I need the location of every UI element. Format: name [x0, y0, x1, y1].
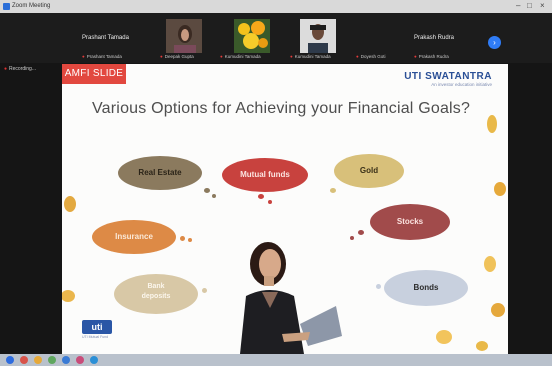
record-dot-icon: ●: [4, 66, 8, 72]
muted-mic-icon: ●: [160, 54, 163, 59]
muted-mic-icon: ●: [82, 54, 85, 59]
muted-mic-icon: ●: [414, 54, 417, 59]
next-participants-button[interactable]: ›: [488, 36, 501, 49]
close-icon[interactable]: ×: [540, 1, 545, 11]
participant-name: Prakash Rudra: [414, 35, 455, 41]
participant-video: [166, 19, 202, 55]
participant-label: ● Doyesh Goti: [356, 54, 386, 59]
browser-icon[interactable]: [20, 356, 28, 364]
flower-image-icon: [238, 21, 268, 49]
windows-taskbar: [0, 354, 552, 366]
woman-with-laptop-image: [240, 242, 342, 354]
participant-label: ● Kumudini Tamada: [290, 54, 331, 59]
muted-mic-icon: ●: [356, 54, 359, 59]
shared-slide: AMFI SLIDE UTI SWATANTRA An investor edu…: [62, 64, 508, 354]
window-titlebar: Zoom Meeting – □ ×: [0, 0, 552, 13]
option-cloud-bank-deposits: Bank deposits: [114, 274, 198, 314]
recording-indicator: ● Recording...: [4, 66, 36, 72]
participant-label: ● Deepak Gupta: [160, 54, 194, 59]
start-icon[interactable]: [6, 356, 14, 364]
participant-tile[interactable]: ● Kumudini Tamada: [220, 19, 280, 59]
participant-label: ● Prakash Rudra: [414, 54, 449, 59]
participant-tile[interactable]: Prashant Tamada ● Prashant Tamada: [82, 19, 152, 59]
participant-name: Prashant Tamada: [82, 35, 129, 41]
participant-video: [234, 19, 270, 53]
participant-label: ● Prashant Tamada: [82, 54, 122, 59]
app-icon[interactable]: [76, 356, 84, 364]
participant-video: [300, 19, 336, 53]
participant-label: ● Kumudini Tamada: [220, 54, 261, 59]
participant-tile[interactable]: ● Kumudini Tamada: [290, 19, 350, 59]
participants-strip: Prashant Tamada ● Prashant Tamada ● Deepak…: [0, 13, 552, 63]
option-cloud-real-estate: Real Estate: [118, 156, 202, 190]
participant-tile[interactable]: Prakash Rudra ● Prakash Rudra: [414, 19, 474, 59]
option-cloud-bonds: Bonds: [384, 270, 468, 306]
zoom-icon[interactable]: [90, 356, 98, 364]
app-icon[interactable]: [48, 356, 56, 364]
uti-logo: uti: [82, 320, 112, 334]
option-cloud-insurance: Insurance: [92, 220, 176, 254]
zoom-app-icon: [3, 3, 10, 10]
minimize-icon[interactable]: –: [516, 1, 520, 11]
option-cloud-stocks: Stocks: [370, 204, 450, 240]
person-silhouette-icon: [308, 24, 328, 53]
participant-tile[interactable]: ● Doyesh Goti: [356, 19, 406, 59]
uti-logo-subtext: UTI Mutual Fund: [82, 335, 109, 339]
window-title: Zoom Meeting: [12, 3, 51, 9]
app-icon[interactable]: [62, 356, 70, 364]
maximize-icon[interactable]: □: [527, 1, 532, 11]
muted-mic-icon: ●: [290, 54, 293, 59]
folder-icon[interactable]: [34, 356, 42, 364]
option-cloud-gold: Gold: [334, 154, 404, 188]
muted-mic-icon: ●: [220, 54, 223, 59]
person-silhouette-icon: [174, 25, 196, 55]
participant-tile[interactable]: ● Deepak Gupta: [160, 19, 210, 59]
option-cloud-mutual-funds: Mutual funds: [222, 158, 308, 192]
